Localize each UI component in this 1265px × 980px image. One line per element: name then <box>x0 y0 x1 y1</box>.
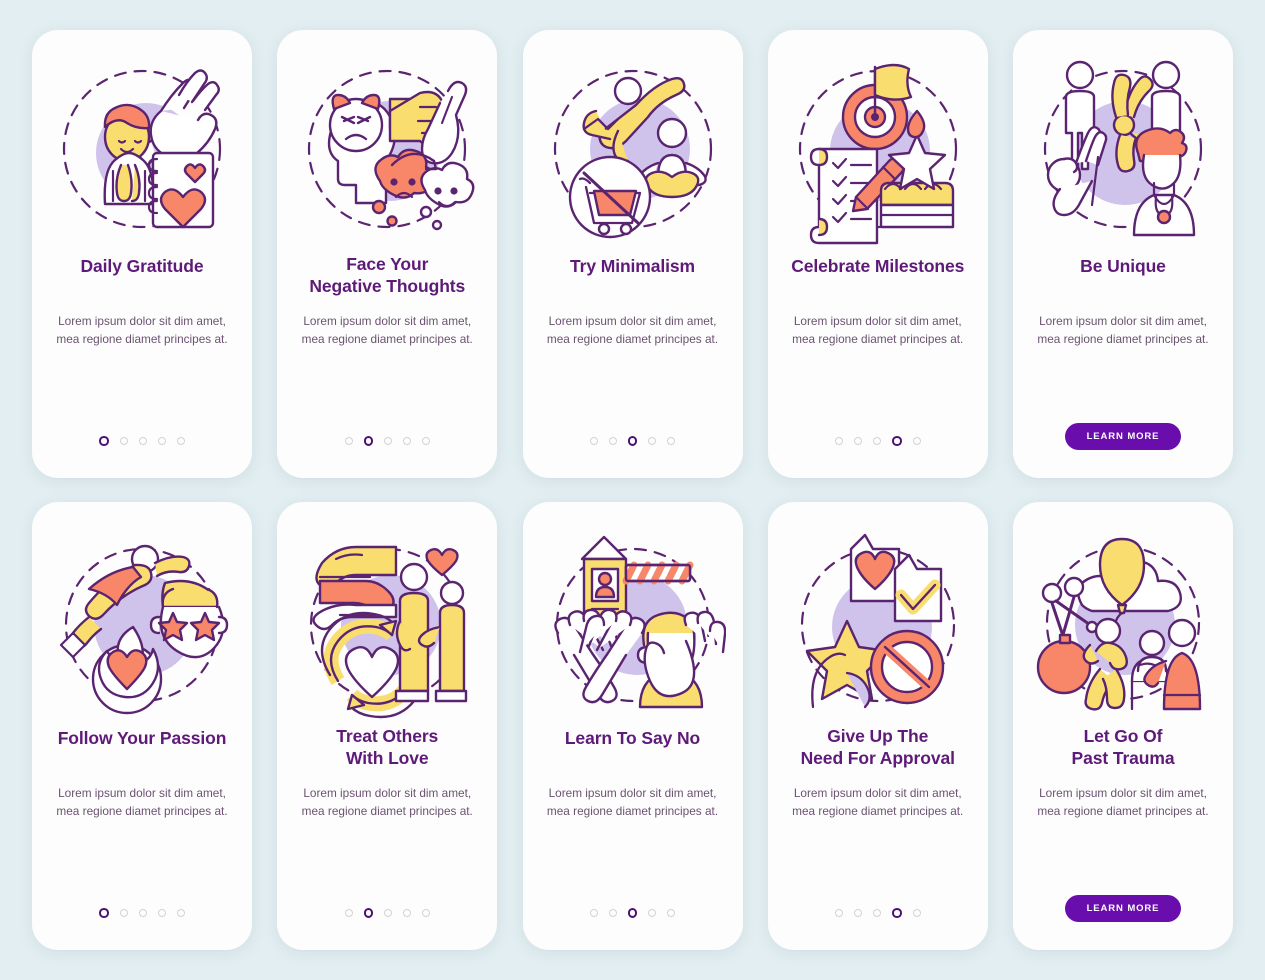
card-description: Lorem ipsum dolor sit dim amet, mea regi… <box>301 314 473 346</box>
card-description: Lorem ipsum dolor sit dim amet, mea regi… <box>1037 314 1209 346</box>
onboarding-card-be-unique[interactable]: Be Unique Lorem ipsum dolor sit dim amet… <box>1013 30 1233 478</box>
pagination-dot-2[interactable] <box>608 909 617 917</box>
card-title: Daily Gratitude <box>80 256 204 276</box>
pagination-dot-1[interactable] <box>835 437 843 445</box>
illustration-superhero-star-eyes-flaming-heart <box>47 518 237 723</box>
card-title: Try Minimalism <box>569 256 696 276</box>
onboarding-card-let-go-of-past-trauma[interactable]: Let Go Of Past Trauma Lorem ipsum dolor s… <box>1013 502 1233 950</box>
pagination-dot-2[interactable] <box>854 909 862 917</box>
pagination-dot-4[interactable] <box>892 436 902 446</box>
pagination-dot-2[interactable] <box>363 436 373 446</box>
card-description: Lorem ipsum dolor sit dim amet, mea regi… <box>56 314 228 346</box>
illustration-barrier-crossed-hands-stop-gesture <box>538 518 728 723</box>
card-description: Lorem ipsum dolor sit dim amet, mea regi… <box>546 786 719 818</box>
illustration-caring-hands-heart-cycle-people <box>292 518 482 723</box>
pagination-dot-3[interactable] <box>384 437 392 445</box>
pagination-dot-2[interactable] <box>119 437 128 445</box>
pagination-dots[interactable] <box>835 426 921 456</box>
pagination-dot-1[interactable] <box>589 909 598 917</box>
pagination-dot-5[interactable] <box>667 909 676 917</box>
illustration-praying-person-gratitude-journal <box>47 46 237 251</box>
pagination-dot-3[interactable] <box>384 909 392 917</box>
pagination-dot-4[interactable] <box>157 909 166 917</box>
pagination-dot-5[interactable] <box>422 437 430 445</box>
pagination-dot-3[interactable] <box>138 437 147 445</box>
pagination-dot-3[interactable] <box>873 909 881 917</box>
pagination-dot-4[interactable] <box>157 437 166 445</box>
pagination-dots[interactable] <box>99 898 185 928</box>
illustration-target-flag-checklist-cake <box>783 46 973 251</box>
pagination-dots[interactable] <box>589 898 676 928</box>
learn-more-button[interactable]: LEARN MORE <box>1064 423 1182 450</box>
card-title: Treat Others With Love <box>336 726 439 769</box>
pagination-dot-5[interactable] <box>422 909 430 917</box>
card-title: Be Unique <box>1080 256 1166 276</box>
pagination-dots[interactable] <box>344 426 430 456</box>
onboarding-card-treat-others-with-love[interactable]: Treat Others With Love Lorem ipsum dolor … <box>277 502 498 950</box>
pagination-dot-1[interactable] <box>589 437 598 445</box>
illustration-jumping-meditating-no-shopping <box>538 46 728 251</box>
illustration-balloon-cloud-bomb-running-therapy <box>1028 518 1218 723</box>
card-title: Face Your Negative Thoughts <box>309 254 466 297</box>
card-description: Lorem ipsum dolor sit dim amet, mea regi… <box>301 786 473 818</box>
pagination-dots[interactable] <box>99 426 185 456</box>
onboarding-screens-board: Daily Gratitude Lorem ipsum dolor sit di… <box>0 0 1265 980</box>
learn-more-button[interactable]: LEARN MORE <box>1064 895 1182 922</box>
pagination-dot-5[interactable] <box>912 437 921 445</box>
illustration-angry-head-fist-mood-change <box>292 46 482 251</box>
pagination-dot-3[interactable] <box>873 437 881 445</box>
screens-row-top: Daily Gratitude Lorem ipsum dolor sit di… <box>32 30 1233 478</box>
illustration-crowd-standout-person <box>1028 46 1218 251</box>
onboarding-card-celebrate-milestones[interactable]: Celebrate Milestones Lorem ipsum dolor s… <box>767 30 988 478</box>
card-title: Celebrate Milestones <box>791 256 965 276</box>
onboarding-card-follow-your-passion[interactable]: Follow Your Passion Lorem ipsum dolor si… <box>32 502 252 950</box>
pagination-dot-2[interactable] <box>608 437 617 445</box>
card-title: Give Up The Need For Approval <box>800 726 955 769</box>
pagination-dot-4[interactable] <box>648 437 657 445</box>
onboarding-card-give-up-the-need-for-approval[interactable]: Give Up The Need For Approval Lorem ipsum… <box>767 502 988 950</box>
pagination-dot-4[interactable] <box>403 909 411 917</box>
onboarding-card-face-your-negative-thoughts[interactable]: Face Your Negative Thoughts Lorem ipsum d… <box>277 30 498 478</box>
card-title: Learn To Say No <box>564 728 701 748</box>
pagination-dot-3[interactable] <box>627 908 638 918</box>
illustration-like-heart-checkmark-star-prohibited <box>783 518 973 723</box>
pagination-dot-3[interactable] <box>627 436 638 446</box>
pagination-dot-4[interactable] <box>403 437 411 445</box>
card-description: Lorem ipsum dolor sit dim amet, mea regi… <box>1037 786 1209 818</box>
pagination-dots[interactable] <box>344 898 430 928</box>
pagination-dots[interactable] <box>835 898 921 928</box>
pagination-dot-5[interactable] <box>912 909 921 917</box>
onboarding-card-try-minimalism[interactable]: Try Minimalism Lorem ipsum dolor sit dim… <box>522 30 743 478</box>
card-description: Lorem ipsum dolor sit dim amet, mea regi… <box>546 314 719 346</box>
onboarding-card-daily-gratitude[interactable]: Daily Gratitude Lorem ipsum dolor sit di… <box>32 30 252 478</box>
pagination-dot-1[interactable] <box>99 908 109 918</box>
pagination-dot-1[interactable] <box>344 909 353 917</box>
pagination-dot-1[interactable] <box>344 437 353 445</box>
pagination-dot-1[interactable] <box>835 909 843 917</box>
onboarding-card-learn-to-say-no[interactable]: Learn To Say No Lorem ipsum dolor sit di… <box>522 502 743 950</box>
pagination-dot-3[interactable] <box>138 909 147 917</box>
screens-row-bottom: Follow Your Passion Lorem ipsum dolor si… <box>32 502 1233 950</box>
pagination-dot-4[interactable] <box>648 909 657 917</box>
pagination-dot-1[interactable] <box>99 436 109 446</box>
card-description: Lorem ipsum dolor sit dim amet, mea regi… <box>792 314 964 346</box>
pagination-dot-2[interactable] <box>363 908 373 918</box>
pagination-dots[interactable] <box>589 426 676 456</box>
card-description: Lorem ipsum dolor sit dim amet, mea regi… <box>792 786 964 818</box>
pagination-dot-5[interactable] <box>176 909 185 917</box>
pagination-dot-5[interactable] <box>667 437 676 445</box>
card-title: Let Go Of Past Trauma <box>1071 726 1175 769</box>
card-title: Follow Your Passion <box>57 728 227 748</box>
pagination-dot-5[interactable] <box>176 437 185 445</box>
pagination-dot-4[interactable] <box>892 908 902 918</box>
pagination-dot-2[interactable] <box>119 909 128 917</box>
pagination-dot-2[interactable] <box>854 437 862 445</box>
card-description: Lorem ipsum dolor sit dim amet, mea regi… <box>56 786 228 818</box>
